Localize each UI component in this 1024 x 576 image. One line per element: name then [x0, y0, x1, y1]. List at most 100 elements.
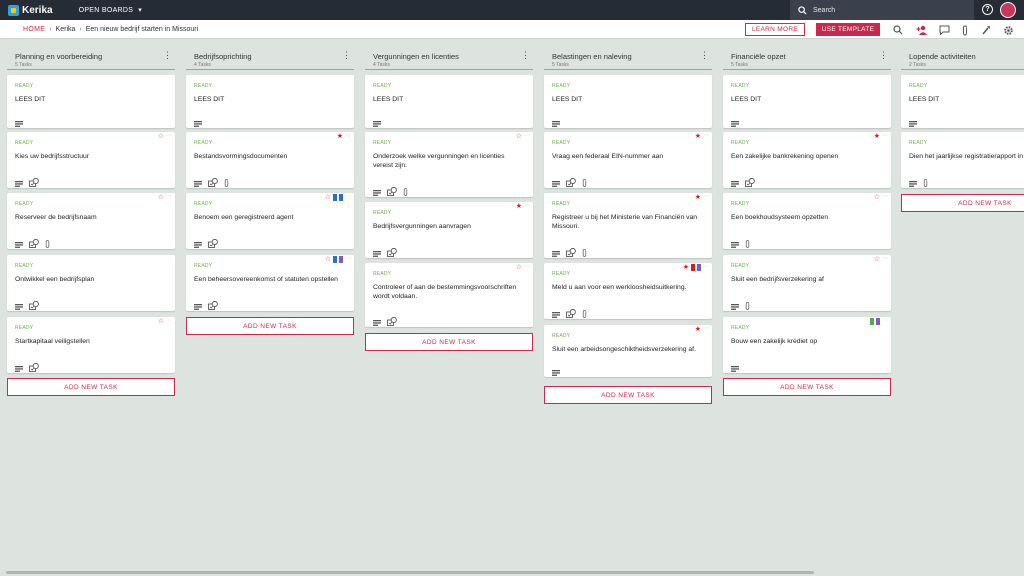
column-title[interactable]: Planning en voorbereiding — [15, 52, 175, 61]
star-icon[interactable]: ★ — [516, 203, 522, 210]
more-icon[interactable]: ⋮ — [342, 51, 351, 60]
task-card[interactable]: READY Bouw een zakelijk krediet op ⋯ — [723, 317, 891, 373]
star-icon[interactable]: ★ — [683, 264, 689, 271]
task-card[interactable]: READY Benoem een geregistreerd agent ☆ ⋯ — [186, 193, 354, 249]
task-title: Bestandsvormingsdocumenten — [194, 153, 288, 160]
flag-more-icon: ⋯ — [703, 133, 709, 139]
task-card[interactable]: READY LEES DIT — [901, 75, 1024, 128]
star-icon[interactable]: ★ — [337, 133, 343, 140]
add-person-icon[interactable] — [916, 24, 928, 36]
add-new-task-button[interactable]: ADD NEW TASK — [901, 194, 1024, 212]
task-card[interactable]: READY Reserveer de bedrijfsnaam ☆ ⋯ — [7, 193, 175, 249]
star-icon[interactable]: ☆ — [158, 318, 164, 325]
task-status: READY — [194, 263, 213, 269]
column-title[interactable]: Lopende activiteiten — [909, 52, 1024, 61]
star-icon[interactable]: ★ — [695, 133, 701, 140]
task-card[interactable]: READY LEES DIT — [723, 75, 891, 128]
add-new-task-button[interactable]: ADD NEW TASK — [723, 378, 891, 396]
more-icon[interactable]: ⋮ — [163, 51, 172, 60]
breadcrumb-account[interactable]: Kerika — [56, 26, 76, 33]
attachment-icon — [745, 297, 750, 315]
task-card[interactable]: READY Een beheersovereenkomst of statuten… — [186, 255, 354, 311]
star-icon[interactable]: ☆ — [158, 194, 164, 201]
task-status: READY — [909, 83, 928, 89]
add-new-task-button[interactable]: ADD NEW TASK — [365, 333, 533, 351]
star-icon[interactable]: ★ — [695, 326, 701, 333]
flag-more-icon: ⋯ — [345, 256, 351, 262]
breadcrumb-home[interactable]: HOME — [23, 26, 45, 33]
task-card[interactable]: READY Dien het jaarlijkse registratierapp… — [901, 132, 1024, 188]
star-icon[interactable]: ☆ — [516, 264, 522, 271]
attachment-icon[interactable] — [959, 24, 971, 36]
star-icon[interactable]: ☆ — [325, 194, 331, 201]
task-card[interactable]: READY Kies uw bedrijfsstructuur ☆ ⋯ — [7, 132, 175, 188]
find-icon[interactable] — [892, 24, 904, 36]
star-icon[interactable]: ☆ — [874, 256, 880, 263]
column-title[interactable]: Financiële opzet — [731, 52, 891, 61]
attachment-icon — [403, 183, 408, 201]
chevron-right-icon: › — [49, 25, 52, 33]
star-icon[interactable]: ☆ — [516, 133, 522, 140]
star-icon[interactable]: ☆ — [158, 133, 164, 140]
attachment-icon — [745, 235, 750, 253]
task-card[interactable]: READY Ontwikkel een bedrijfsplan — [7, 255, 175, 311]
search-icon — [798, 5, 807, 15]
column-title[interactable]: Belastingen en naleving — [552, 52, 712, 61]
task-title: Benoem een geregistreerd agent — [194, 214, 294, 221]
star-icon[interactable]: ☆ — [325, 256, 331, 263]
tag-icon — [339, 194, 343, 201]
more-icon[interactable]: ⋮ — [521, 51, 530, 60]
task-card[interactable]: READY Startkapitaal veiligstellen ☆ ⋯ — [7, 317, 175, 373]
checklist-icon — [208, 297, 218, 315]
task-card[interactable]: READY LEES DIT — [365, 75, 533, 128]
search-box[interactable]: Search — [790, 0, 974, 20]
task-card[interactable]: READY Bedrijfsvergunningen aanvragen ★ ⋯ — [365, 202, 533, 258]
avatar[interactable] — [1000, 2, 1016, 18]
chat-icon — [194, 297, 202, 315]
column-task-count: 5 Tasks — [15, 62, 32, 68]
kerika-logo[interactable]: Kerika — [8, 4, 53, 16]
add-new-task-button[interactable]: ADD NEW TASK — [7, 378, 175, 396]
column-title[interactable]: Bedrijfsoprichting — [194, 52, 354, 61]
use-template-button[interactable]: USE TEMPLATE — [816, 23, 880, 36]
add-new-task-button[interactable]: ADD NEW TASK — [544, 386, 712, 404]
open-boards-menu[interactable]: OPEN BOARDS ▾ — [79, 6, 142, 15]
task-flags: ☆ ⋯ — [158, 318, 172, 325]
column-task-count: 2 Tasks — [909, 62, 926, 68]
task-card[interactable]: READY Meld u aan voor een werkloosheidsui… — [544, 263, 712, 319]
tools-icon[interactable] — [980, 24, 992, 36]
column-header: Lopende activiteiten2 Tasks⋮ — [901, 46, 1024, 70]
board-header: HOME › Kerika › Een nieuw bedrijf starte… — [0, 20, 1024, 39]
task-card[interactable]: READY LEES DIT — [544, 75, 712, 128]
task-card[interactable]: READY Vraag een federaal EIN-nummer aan ★ ⋯ — [544, 132, 712, 188]
task-card[interactable]: READY LEES DIT — [7, 75, 175, 128]
column-title[interactable]: Vergunningen en licenties — [373, 52, 533, 61]
flag-more-icon: ⋯ — [166, 133, 172, 139]
chat-icon — [909, 174, 917, 192]
add-new-task-button[interactable]: ADD NEW TASK — [186, 317, 354, 335]
more-icon[interactable]: ⋮ — [879, 51, 888, 60]
star-icon[interactable]: ★ — [695, 194, 701, 201]
learn-more-button[interactable]: LEARN MORE — [745, 23, 805, 36]
more-icon[interactable]: ⋮ — [700, 51, 709, 60]
task-icons — [552, 305, 587, 323]
task-card[interactable]: READY Controleer of aan de bestemmingsvoo… — [365, 263, 533, 327]
star-icon[interactable]: ☆ — [874, 194, 880, 201]
task-card[interactable]: READY Een boekhoudsysteem opzetten ☆ ⋯ — [723, 193, 891, 249]
task-card[interactable]: READY Registreer u bij het Ministerie van… — [544, 193, 712, 258]
flag-more-icon: ⋯ — [524, 133, 530, 139]
task-card[interactable]: READY Sluit een arbeidsongeschiktheidsver… — [544, 325, 712, 377]
chat-icon[interactable] — [938, 24, 950, 36]
settings-icon[interactable] — [1002, 24, 1014, 36]
task-title: Meld u aan voor een werkloosheidsuitkeri… — [552, 284, 687, 291]
horizontal-scrollbar[interactable] — [6, 571, 814, 574]
task-card[interactable]: READY LEES DIT — [186, 75, 354, 128]
task-title: Dien het jaarlijkse registratierapport i… — [909, 153, 1024, 160]
task-card[interactable]: READY Een zakelijke bankrekening openen ★ ⋯ — [723, 132, 891, 188]
task-card[interactable]: READY Bestandsvormingsdocumenten ★ ⋯ — [186, 132, 354, 188]
task-card[interactable]: READY Sluit een bedrijfsverzekering af ☆ ⋯ — [723, 255, 891, 311]
help-icon[interactable]: ? — [982, 4, 993, 15]
star-icon[interactable]: ★ — [874, 133, 880, 140]
tag-icon — [339, 256, 343, 263]
task-card[interactable]: READY Onderzoek welke vergunningen en lic… — [365, 132, 533, 197]
